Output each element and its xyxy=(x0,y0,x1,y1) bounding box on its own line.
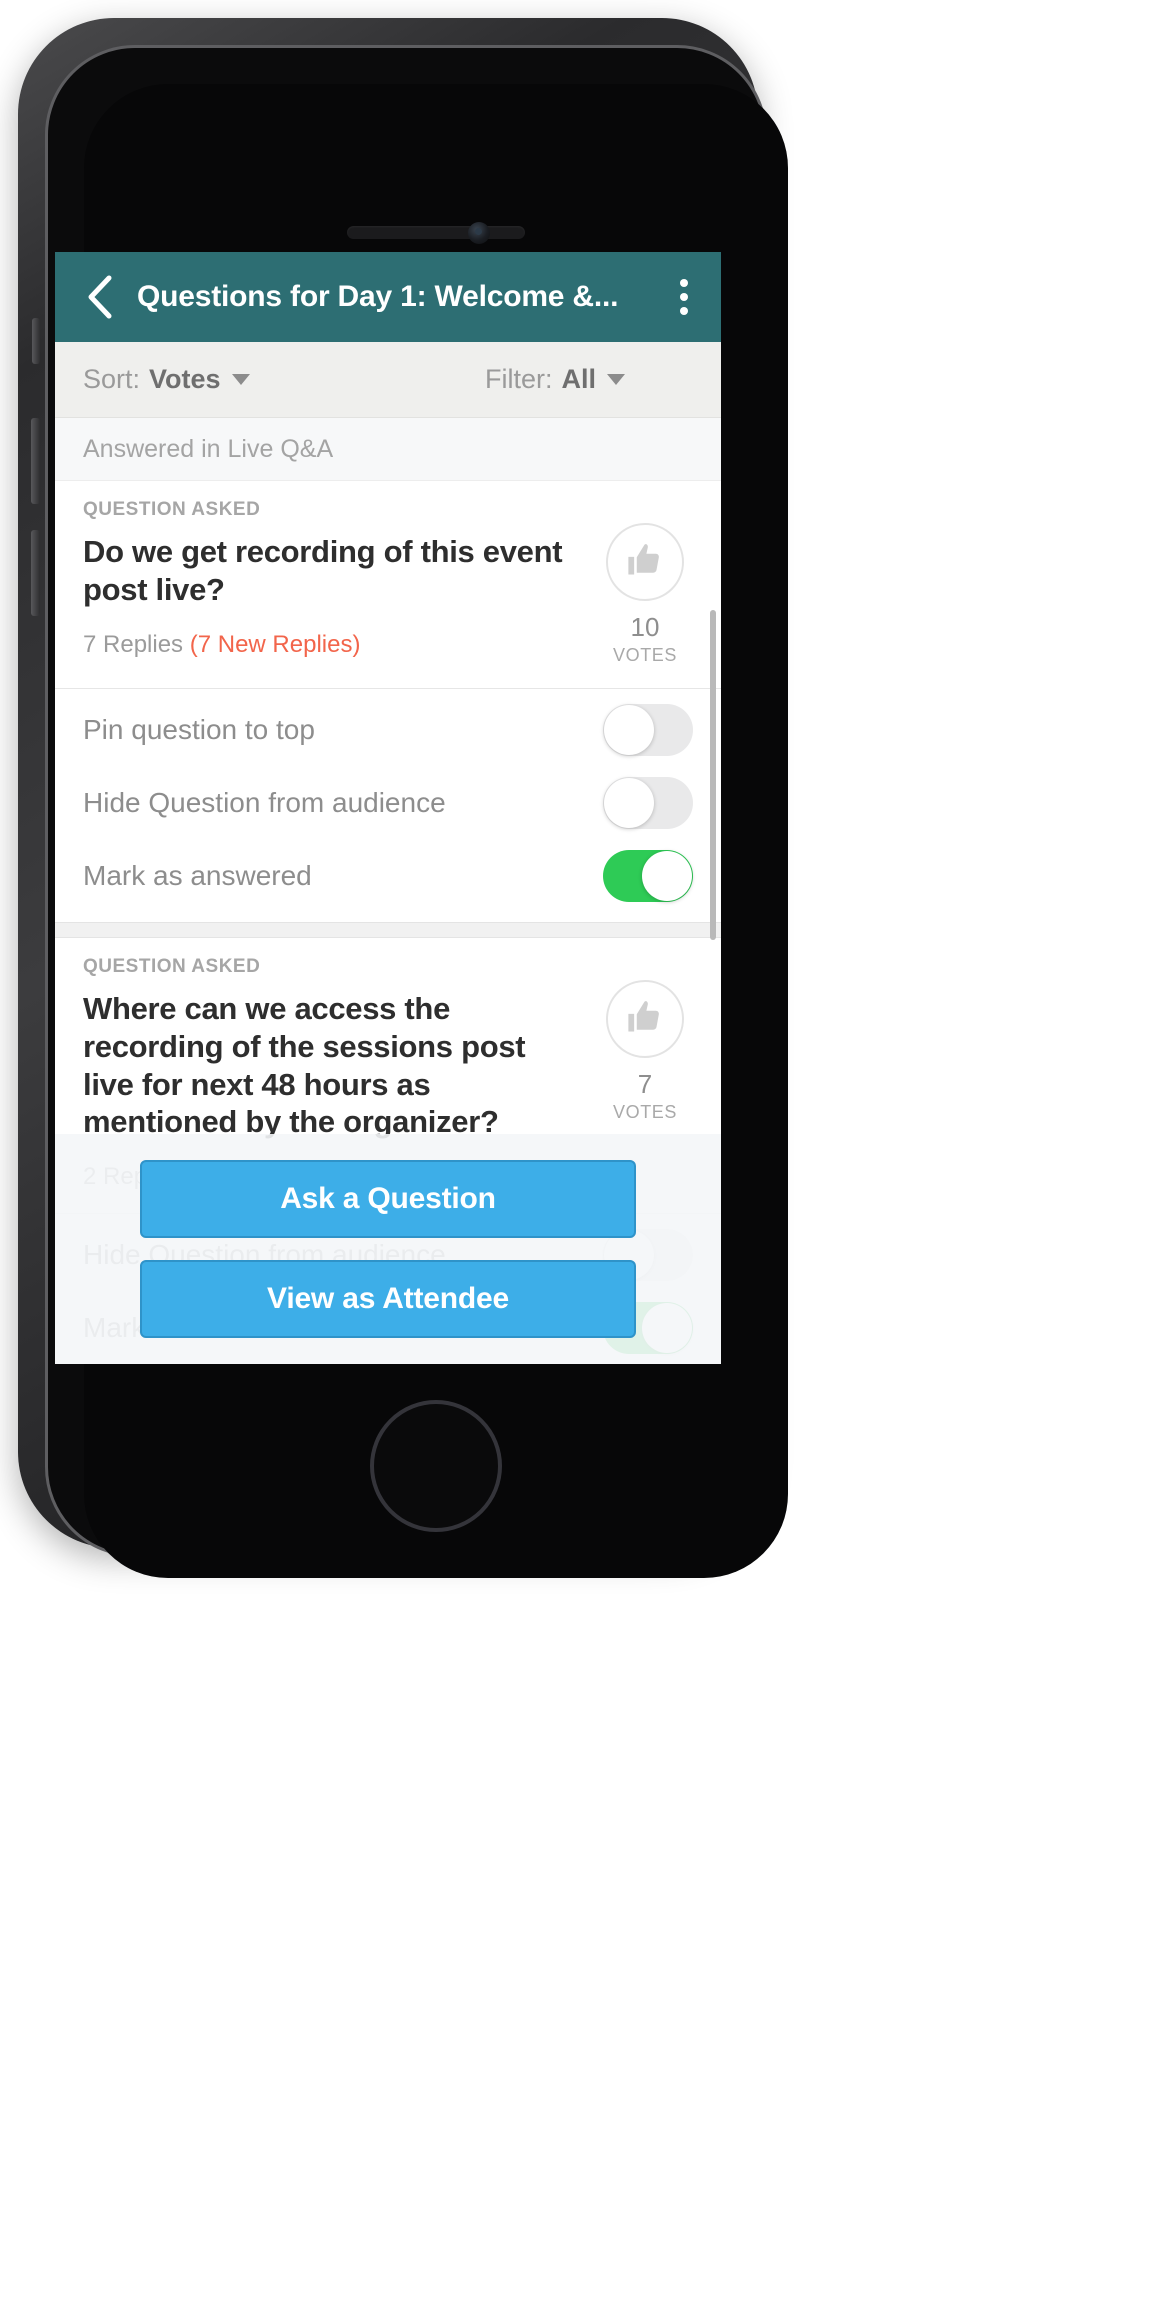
app-screen: Questions for Day 1: Welcome &... Sort: … xyxy=(55,252,721,1364)
question-text: Where can we access the recording of the… xyxy=(83,990,579,1141)
vote-button[interactable] xyxy=(606,980,684,1058)
ask-a-question-button[interactable]: Ask a Question xyxy=(140,1160,636,1238)
vote-label: VOTES xyxy=(613,645,677,666)
toggle-label: Mark as answered xyxy=(83,860,603,892)
earpiece-speaker xyxy=(347,226,525,239)
chevron-down-icon xyxy=(232,374,250,385)
chevron-left-icon xyxy=(86,275,112,319)
question-toggle-group: Pin question to top Hide Question from a… xyxy=(55,689,721,922)
home-button[interactable] xyxy=(370,1400,502,1532)
question-card[interactable]: QUESTION ASKED Do we get recording of th… xyxy=(55,481,721,689)
questions-list[interactable]: Answered in Live Q&A QUESTION ASKED Do w… xyxy=(55,418,721,1364)
toggle-row-mark-answered[interactable]: Mark as answered xyxy=(55,839,721,912)
hide-question-switch[interactable] xyxy=(603,777,693,829)
mark-answered-switch[interactable] xyxy=(603,850,693,902)
toggle-label: Hide Question from audience xyxy=(83,787,603,819)
kebab-dot xyxy=(680,307,688,315)
page-title: Questions for Day 1: Welcome &... xyxy=(137,280,657,314)
question-kicker: QUESTION ASKED xyxy=(83,956,579,978)
sort-label: Sort: xyxy=(83,364,140,395)
filter-dropdown[interactable]: Filter: All xyxy=(485,364,721,395)
filter-label: Filter: xyxy=(485,364,553,395)
vote-box[interactable]: 10 VOTES xyxy=(593,499,697,666)
question-content: QUESTION ASKED Do we get recording of th… xyxy=(83,499,593,666)
section-banner: Answered in Live Q&A xyxy=(55,418,721,481)
toggle-row-hide-question[interactable]: Hide Question from audience xyxy=(55,766,721,839)
app-header: Questions for Day 1: Welcome &... xyxy=(55,252,721,342)
question-replies[interactable]: 7 Replies (7 New Replies) xyxy=(83,631,579,659)
thumbs-up-icon xyxy=(624,539,666,586)
pin-question-switch[interactable] xyxy=(603,704,693,756)
scrollbar-thumb[interactable] xyxy=(710,610,716,940)
phone-volume-up-button[interactable] xyxy=(31,418,40,504)
filter-value: All xyxy=(561,364,596,395)
bottom-action-bar: Ask a Question View as Attendee xyxy=(55,1134,721,1364)
phone-volume-down-button[interactable] xyxy=(31,530,40,616)
switch-knob xyxy=(604,778,654,828)
sort-value: Votes xyxy=(149,364,221,395)
question-text: Do we get recording of this event post l… xyxy=(83,533,579,609)
toggle-row-pin-question[interactable]: Pin question to top xyxy=(55,693,721,766)
toggle-label: Pin question to top xyxy=(83,714,603,746)
sort-filter-bar: Sort: Votes Filter: All xyxy=(55,342,721,418)
phone-mute-switch[interactable] xyxy=(32,318,40,364)
question-kicker: QUESTION ASKED xyxy=(83,499,579,521)
switch-knob xyxy=(604,705,654,755)
vote-count: 10 xyxy=(631,612,660,643)
back-button[interactable] xyxy=(71,269,127,325)
kebab-dot xyxy=(680,279,688,287)
section-divider xyxy=(55,922,721,938)
replies-count: 7 Replies xyxy=(83,631,183,658)
kebab-dot xyxy=(680,293,688,301)
view-as-attendee-button[interactable]: View as Attendee xyxy=(140,1260,636,1338)
vote-label: VOTES xyxy=(613,1102,677,1123)
front-camera xyxy=(468,222,490,244)
vote-button[interactable] xyxy=(606,523,684,601)
screenshot-stage: Questions for Day 1: Welcome &... Sort: … xyxy=(0,0,1150,2304)
kebab-menu-icon[interactable] xyxy=(657,267,711,327)
thumbs-up-icon xyxy=(624,996,666,1043)
chevron-down-icon xyxy=(607,374,625,385)
vote-count: 7 xyxy=(638,1069,652,1100)
switch-knob xyxy=(642,851,692,901)
new-replies-count: (7 New Replies) xyxy=(190,631,361,658)
sort-dropdown[interactable]: Sort: Votes xyxy=(55,364,250,395)
